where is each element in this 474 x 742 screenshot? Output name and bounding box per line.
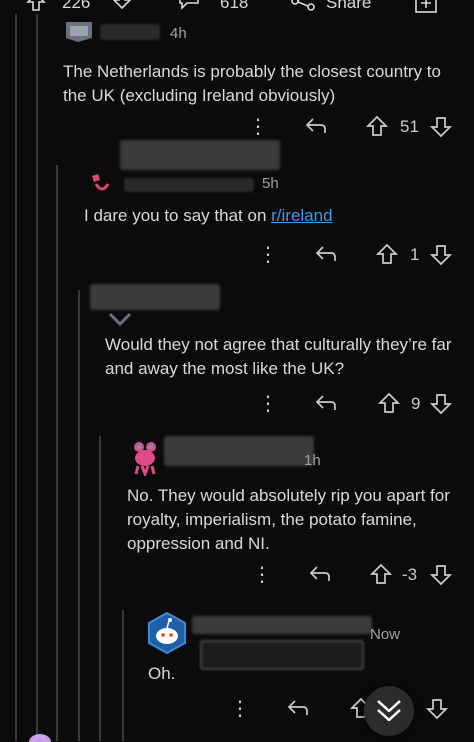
downvote-icon[interactable] bbox=[430, 564, 452, 586]
comment-actions: ⋮ 9 bbox=[256, 391, 466, 417]
comment-time: 1h bbox=[304, 452, 321, 469]
reply-icon[interactable] bbox=[304, 116, 328, 136]
downvote-icon[interactable] bbox=[430, 116, 452, 138]
redacted-username bbox=[192, 616, 372, 634]
thread-line-4 bbox=[78, 290, 80, 741]
comment-body: Would they not agree that culturally the… bbox=[105, 335, 452, 378]
comment-actions: ⋮ -3 bbox=[250, 562, 466, 588]
avatar-icon[interactable] bbox=[64, 22, 96, 46]
more-icon[interactable]: ⋮ bbox=[230, 696, 250, 721]
redacted-header bbox=[120, 140, 280, 170]
thread-line-2 bbox=[36, 14, 38, 741]
comment-score: 9 bbox=[411, 394, 421, 413]
subreddit-link[interactable]: r/ireland bbox=[271, 206, 332, 225]
comment-text-prefix: I dare you to say that on bbox=[84, 206, 272, 225]
scroll-down-button[interactable] bbox=[364, 686, 414, 736]
post-comment-count: 618 bbox=[220, 0, 249, 12]
comment-actions: ⋮ 51 bbox=[246, 114, 466, 140]
award-icon[interactable] bbox=[414, 0, 438, 14]
thread-line-1 bbox=[15, 14, 17, 741]
reply-icon[interactable] bbox=[314, 244, 338, 264]
downvote-icon[interactable] bbox=[430, 244, 452, 266]
comment-score: -3 bbox=[402, 565, 418, 584]
reply-icon[interactable] bbox=[314, 393, 338, 413]
comment-time: Now bbox=[370, 626, 401, 643]
downvote-icon[interactable] bbox=[430, 393, 452, 415]
comment-actions: ⋮ bbox=[228, 696, 464, 722]
comment-time: 5h bbox=[262, 175, 279, 192]
share-label[interactable]: Share bbox=[326, 0, 371, 13]
downvote-icon[interactable] bbox=[112, 0, 132, 10]
comment-score: 1 bbox=[410, 245, 420, 264]
comment-body: Oh. bbox=[148, 664, 176, 683]
more-icon[interactable]: ⋮ bbox=[252, 562, 272, 587]
scroll-down-icon bbox=[374, 698, 404, 724]
post-action-bar: 226 618 Share bbox=[0, 0, 474, 14]
redacted-header bbox=[90, 284, 220, 310]
avatar-icon[interactable] bbox=[108, 312, 132, 328]
comment-body: No. They would absolutely rip you apart … bbox=[127, 486, 450, 553]
thread-line-6 bbox=[122, 610, 124, 741]
comment-body: I dare you to say that on r/ireland bbox=[84, 204, 464, 228]
redacted-username bbox=[100, 24, 160, 40]
more-icon[interactable]: ⋮ bbox=[248, 114, 268, 139]
comment-actions: ⋮ 1 bbox=[256, 242, 466, 268]
avatar-icon[interactable] bbox=[88, 172, 116, 194]
avatar-icon[interactable] bbox=[130, 440, 160, 476]
upvote-icon[interactable] bbox=[366, 115, 388, 137]
more-icon[interactable]: ⋮ bbox=[258, 391, 278, 416]
upvote-icon[interactable] bbox=[26, 0, 46, 12]
thread-line-5 bbox=[99, 436, 101, 741]
reply-icon[interactable] bbox=[308, 564, 332, 584]
share-icon[interactable] bbox=[290, 0, 316, 11]
upvote-icon[interactable] bbox=[376, 243, 398, 265]
comment-icon[interactable] bbox=[178, 0, 200, 10]
reply-icon[interactable] bbox=[286, 698, 310, 718]
redacted-username bbox=[164, 436, 314, 466]
upvote-icon[interactable] bbox=[370, 563, 392, 585]
thread-line-3 bbox=[56, 165, 58, 741]
avatar-icon[interactable] bbox=[146, 612, 188, 654]
redacted-username bbox=[124, 178, 254, 192]
more-icon[interactable]: ⋮ bbox=[258, 242, 278, 267]
upvote-icon[interactable] bbox=[378, 392, 400, 414]
comment-body: The Netherlands is probably the closest … bbox=[63, 62, 441, 105]
downvote-icon[interactable] bbox=[426, 698, 448, 720]
comment-score: 51 bbox=[400, 117, 419, 136]
comment-time: 4h bbox=[170, 25, 187, 42]
post-upvote-count: 226 bbox=[62, 0, 91, 12]
